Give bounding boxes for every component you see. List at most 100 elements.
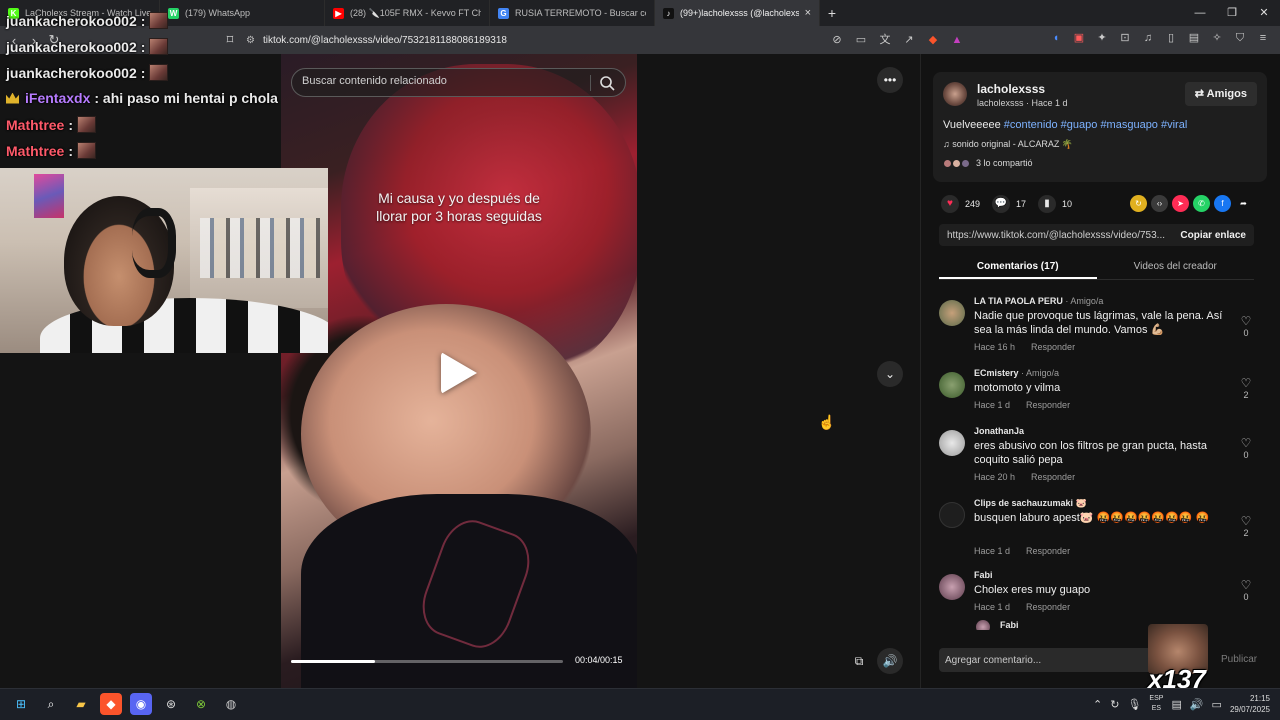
progress-bar[interactable]: [291, 660, 563, 663]
comment-like[interactable]: ♡ 0: [1239, 578, 1253, 602]
send-icon[interactable]: ➤: [1172, 195, 1189, 212]
embed-icon[interactable]: ‹›: [1151, 195, 1168, 212]
chevron-down-icon[interactable]: ⌄: [877, 361, 903, 387]
comment-stat[interactable]: 💬 17: [992, 195, 1026, 213]
share-link[interactable]: https://www.tiktok.com/@lacholexsss/vide…: [939, 230, 1172, 241]
discord-icon[interactable]: ◉: [130, 693, 152, 715]
floating-player-icon[interactable]: ⧉: [846, 648, 872, 674]
brave-browser-icon[interactable]: ◆: [100, 693, 122, 715]
url-field[interactable]: ⚙ tiktok.com/@lacholexsss/video/75321811…: [246, 31, 806, 49]
close-window-icon[interactable]: ✕: [1248, 0, 1280, 26]
hashtag[interactable]: #masguapo: [1100, 119, 1158, 131]
browser-tab[interactable]: ♪ (99+)lacholexsss (@lacholexs ×: [655, 0, 820, 26]
no-translate-icon[interactable]: ⊘: [830, 33, 844, 47]
windows-start-icon[interactable]: ⊞: [10, 693, 32, 715]
language-indicator[interactable]: ESP ES: [1149, 694, 1163, 714]
heart-outline-icon[interactable]: ♡: [1239, 314, 1253, 328]
chat-username[interactable]: juankacherokoo002: [6, 65, 137, 81]
save-stat[interactable]: ▮ 10: [1038, 195, 1072, 213]
news-icon[interactable]: ▣: [1072, 31, 1086, 45]
minimize-icon[interactable]: —: [1184, 0, 1216, 26]
sync-icon[interactable]: ↻: [1110, 698, 1119, 711]
commenter-avatar[interactable]: [939, 300, 965, 326]
commenter-avatar[interactable]: [939, 372, 965, 398]
translate-icon[interactable]: 文: [878, 33, 892, 47]
reply-button[interactable]: Responder: [1026, 400, 1070, 410]
speaker-icon[interactable]: 🔊: [1190, 698, 1204, 711]
commenter-avatar[interactable]: [939, 502, 965, 528]
volume-icon[interactable]: 🔊: [877, 648, 903, 674]
clock[interactable]: 21:15 29/07/2025: [1230, 693, 1270, 715]
whatsapp-icon[interactable]: ✆: [1193, 195, 1210, 212]
microphone-icon[interactable]: 🎙: [1127, 698, 1141, 711]
hashtag[interactable]: #contenido: [1004, 119, 1058, 131]
publish-button[interactable]: Publicar: [1221, 654, 1257, 665]
commenter-name[interactable]: LA TIA PAOLA PERU · Amigo/a: [974, 296, 1103, 306]
commenter-name[interactable]: JonathanJa: [974, 426, 1024, 436]
reply-button[interactable]: Responder: [1026, 546, 1070, 556]
chat-username[interactable]: juankacherokoo002: [6, 39, 137, 55]
browser-tab[interactable]: ▶ (28) 🔪105F RMX - Kevvo FT Chenchi: [325, 0, 490, 26]
share-icon[interactable]: ↗: [902, 33, 916, 47]
related-search-input[interactable]: [302, 75, 582, 87]
comment-like[interactable]: ♡ 0: [1239, 314, 1253, 338]
wifi-icon[interactable]: ▤: [1171, 698, 1181, 711]
battery-icon[interactable]: ▭: [1212, 698, 1222, 711]
file-explorer-icon[interactable]: ▰: [70, 693, 92, 715]
heart-outline-icon[interactable]: ♡: [1239, 578, 1253, 592]
vpn-icon[interactable]: ⛉: [1233, 31, 1247, 45]
play-icon[interactable]: [441, 352, 477, 394]
reply-author[interactable]: Fabi: [1000, 620, 1019, 630]
steam-icon[interactable]: ⊛: [160, 693, 182, 715]
audio-icon[interactable]: ◖: [1049, 31, 1063, 45]
sidebar-icon[interactable]: ▯: [1164, 31, 1178, 45]
comment-like[interactable]: ♡ 2: [1239, 376, 1253, 400]
commenter-name[interactable]: Fabi: [974, 570, 993, 580]
comment-icon[interactable]: 💬: [992, 195, 1011, 213]
music-link[interactable]: ♫ sonido original - ALCARAZ 🌴: [943, 139, 1073, 150]
music-icon[interactable]: ♫: [1141, 31, 1155, 45]
reply-avatar[interactable]: [976, 620, 990, 630]
more-share-icon[interactable]: ➦: [1235, 195, 1252, 212]
menu-icon[interactable]: ≡: [1256, 31, 1270, 45]
video-player[interactable]: Mi causa y yo después de llorar por 3 ho…: [281, 54, 637, 688]
new-tab-button[interactable]: +: [820, 5, 844, 21]
screen-icon[interactable]: ▭: [854, 33, 868, 47]
chat-username[interactable]: iFentaxdx: [25, 90, 90, 106]
extension-icon[interactable]: ✦: [1095, 31, 1109, 45]
tab-comments[interactable]: Comentarios (17): [939, 254, 1097, 279]
commenter-name[interactable]: Clips de sachauzumaki 🐷: [974, 498, 1087, 509]
heart-icon[interactable]: ♥: [941, 195, 959, 213]
comment-input[interactable]: [939, 648, 1159, 672]
reply-button[interactable]: Responder: [1031, 472, 1075, 482]
search-taskbar-icon[interactable]: ⌕: [40, 693, 62, 715]
search-icon[interactable]: [599, 75, 615, 91]
reply-button[interactable]: Responder: [1026, 602, 1070, 612]
commenter-name[interactable]: ECmistery · Amigo/a: [974, 368, 1059, 378]
commenter-avatar[interactable]: [939, 430, 965, 456]
heart-outline-icon[interactable]: ♡: [1239, 376, 1253, 390]
heart-outline-icon[interactable]: ♡: [1239, 514, 1253, 528]
close-tab-icon[interactable]: ×: [805, 7, 811, 19]
leo-icon[interactable]: ✧: [1210, 31, 1224, 45]
screenshot-icon[interactable]: ⊡: [1118, 31, 1132, 45]
brave-rewards-icon[interactable]: ▲: [950, 33, 964, 47]
maximize-icon[interactable]: ❐: [1216, 0, 1248, 26]
author-name[interactable]: lacholexsss: [977, 82, 1045, 96]
hashtag[interactable]: #viral: [1161, 119, 1187, 131]
chat-username[interactable]: juankacherokoo002: [6, 13, 137, 29]
bookmark-save-icon[interactable]: ▮: [1038, 195, 1057, 213]
chat-username[interactable]: Mathtree: [6, 117, 64, 133]
chevron-up-icon[interactable]: ⌃: [1093, 698, 1102, 711]
brave-shield-icon[interactable]: ◆: [926, 33, 940, 47]
audio-app-icon[interactable]: ◍: [220, 693, 242, 715]
comment-like[interactable]: ♡ 0: [1239, 436, 1253, 460]
xbox-icon[interactable]: ⊗: [190, 693, 212, 715]
repost-icon[interactable]: ↻: [1130, 195, 1147, 212]
wallet-icon[interactable]: ▤: [1187, 31, 1201, 45]
copy-link-button[interactable]: Copiar enlace: [1172, 230, 1254, 241]
commenter-avatar[interactable]: [939, 574, 965, 600]
more-options-icon[interactable]: •••: [877, 67, 903, 93]
reply-button[interactable]: Responder: [1031, 342, 1075, 352]
browser-tab[interactable]: G RUSIA TERREMOTO - Buscar con Goo: [490, 0, 655, 26]
